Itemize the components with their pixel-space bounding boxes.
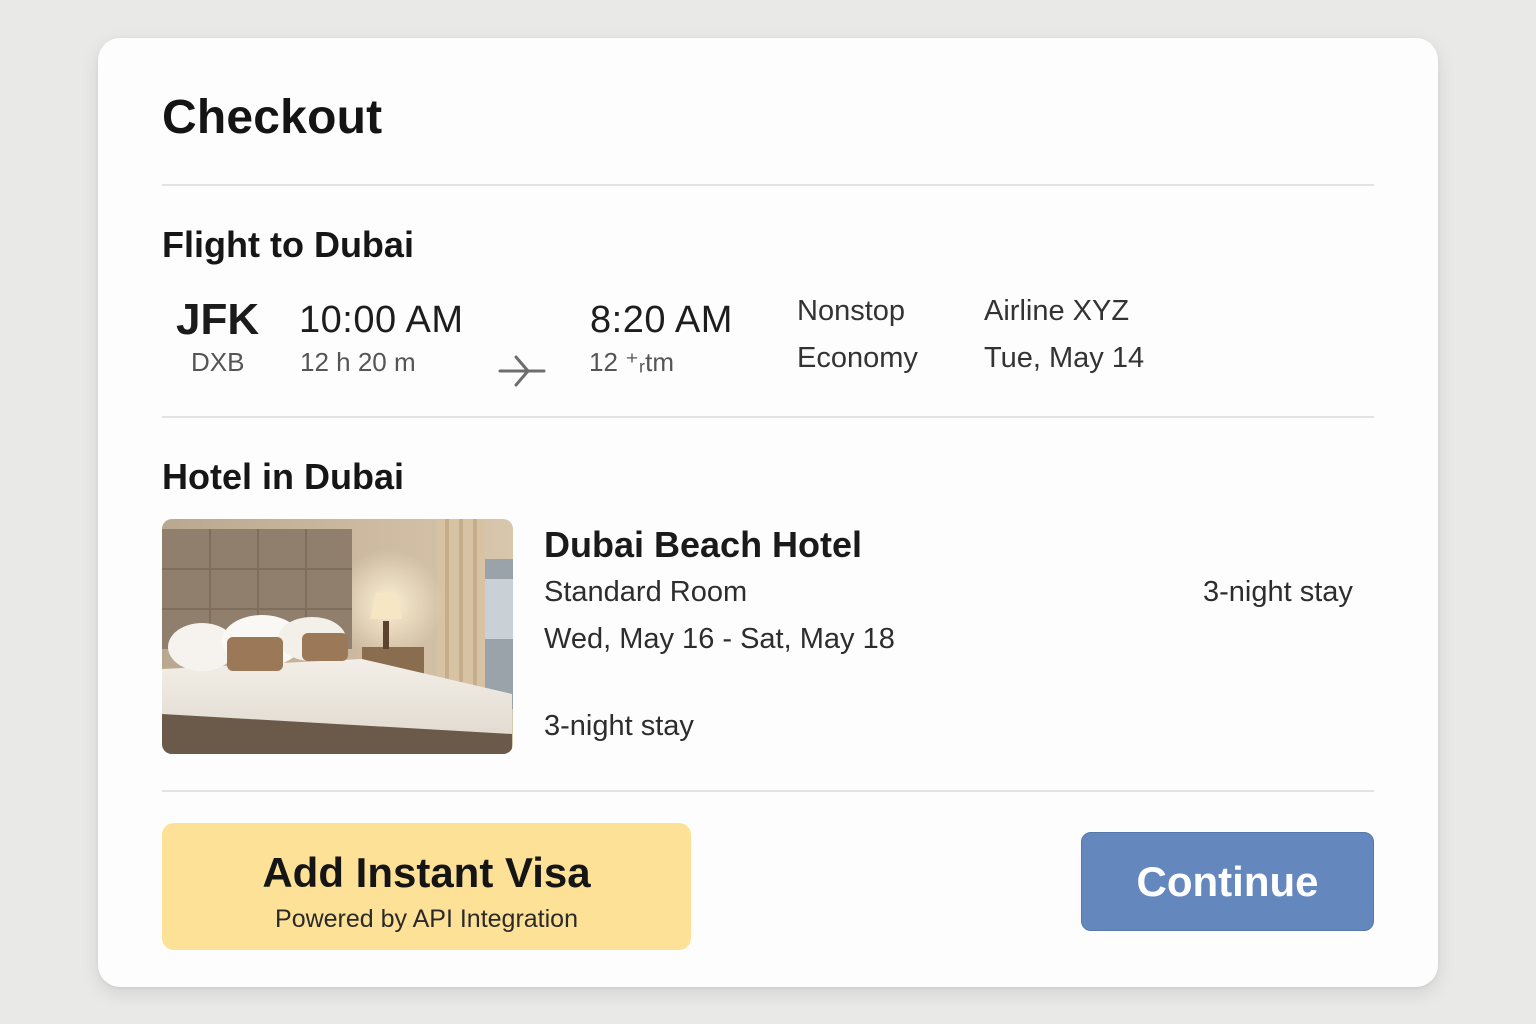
flight-date: Tue, May 14 [984,342,1145,374]
hotel-room-photo [162,519,513,754]
hotel-section-title: Hotel in Dubai [162,456,404,497]
divider [162,416,1374,418]
divider [162,184,1374,186]
continue-button[interactable]: Continue [1081,832,1374,931]
stay-length-summary: 3-night stay [1203,576,1353,608]
visa-button-sublabel: Powered by API Integration [275,905,578,933]
origin-airport-code: JFK [176,295,260,344]
room-type: Standard Room [544,576,748,608]
cabin-class: Economy [797,342,918,374]
flight-duration: 12 h 20 m [300,347,416,377]
flight-stops: Nonstop [797,295,906,327]
flight-section-title: Flight to Dubai [162,224,414,265]
add-instant-visa-button[interactable]: Add Instant Visa Powered by API Integrat… [162,823,691,950]
page-title: Checkout [162,91,383,144]
checkout-card: Checkout Flight to Dubai JFK DXB 10:00 A… [98,38,1438,987]
hotel-name: Dubai Beach Hotel [544,524,863,565]
destination-airport-code: DXB [191,347,245,377]
plane-arrow-icon [498,354,548,388]
airline-name: Airline XYZ [984,295,1130,327]
visa-button-label: Add Instant Visa [262,849,591,896]
divider [162,790,1374,792]
stay-dates: Wed, May 16 - Sat, May 18 [544,623,895,655]
arrival-subtext: 12 ⁺ᵣtm [589,347,674,377]
arrival-time: 8:20 AM [590,299,733,341]
departure-time: 10:00 AM [299,299,464,341]
stay-length: 3-night stay [544,710,694,742]
